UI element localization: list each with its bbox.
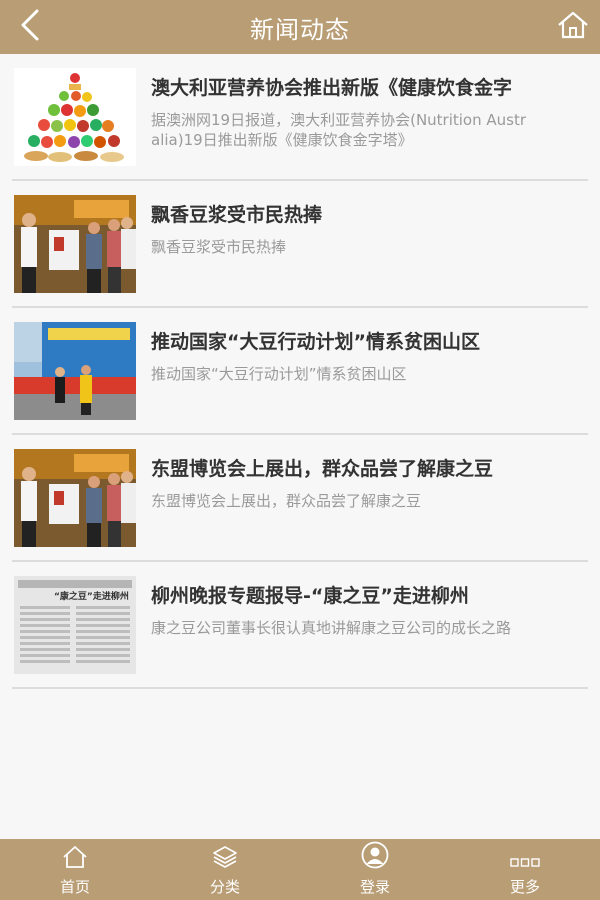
news-item[interactable]: “康之豆”走进柳州 柳州晚报专题报导-“康之豆”走进柳州 康之豆公司董事长很认真… [12,562,588,689]
news-title: 飘香豆浆受市民热捧 [151,204,323,226]
home-button[interactable] [554,9,592,45]
back-button[interactable] [12,9,48,45]
tab-label: 分类 [209,878,240,896]
user-icon [361,841,389,873]
food-pyramid-image [14,68,136,166]
tab-label: 首页 [59,878,90,896]
news-summary: 推动国家“大豆行动计划”情系贫困山区 [151,365,407,383]
bottom-tab-bar: 首页 分类 登录 更多 [0,839,600,900]
news-item[interactable]: 东盟博览会上展出，群众品尝了解康之豆 东盟博览会上展出，群众品尝了解康之豆 [12,435,588,562]
news-item[interactable]: 飘香豆浆受市民热捧 飘香豆浆受市民热捧 [12,181,588,308]
news-item[interactable]: 推动国家“大豆行动计划”情系贫困山区 推动国家“大豆行动计划”情系贫困山区 [12,308,588,435]
news-summary: 康之豆公司董事长很认真地讲解康之豆公司的成长之路 [151,619,512,637]
news-title: 东盟博览会上展出，群众品尝了解康之豆 [151,458,494,480]
news-summary: 东盟博览会上展出，群众品尝了解康之豆 [151,492,422,510]
news-summary: 据澳洲网19日报道，澳大利亚营养协会(Nutrition Australia)1… [151,111,527,149]
tab-category[interactable]: 分类 [150,839,300,900]
tab-login[interactable]: 登录 [300,839,450,900]
more-icon [510,854,540,873]
soybean-action-plan-photo [14,322,136,420]
home-icon [557,11,589,43]
tab-label: 登录 [359,878,390,896]
chevron-left-icon [18,9,42,45]
app-header: 新闻动态 [0,0,600,54]
soymilk-event-photo [14,195,136,293]
page-title: 新闻动态 [250,15,350,44]
clipping-headline: “康之豆”走进柳州 [54,590,129,602]
home-icon [62,845,88,873]
news-summary: 飘香豆浆受市民热捧 [151,238,287,256]
tab-label: 更多 [509,878,540,896]
tab-home[interactable]: 首页 [0,839,150,900]
newspaper-clipping-image: “康之豆”走进柳州 [14,576,136,674]
asean-expo-photo [14,449,136,547]
news-title: 澳大利亚营养协会推出新版《健康饮食金字 [151,77,513,99]
tab-more[interactable]: 更多 [450,839,600,900]
news-list: 澳大利亚营养协会推出新版《健康饮食金字 据澳洲网19日报道，澳大利亚营养协会(N… [12,54,588,689]
news-item[interactable]: 澳大利亚营养协会推出新版《健康饮食金字 据澳洲网19日报道，澳大利亚营养协会(N… [12,54,588,181]
category-icon [212,845,238,873]
news-title: 柳州晚报专题报导-“康之豆”走进柳州 [151,585,469,607]
news-title: 推动国家“大豆行动计划”情系贫困山区 [151,331,480,353]
